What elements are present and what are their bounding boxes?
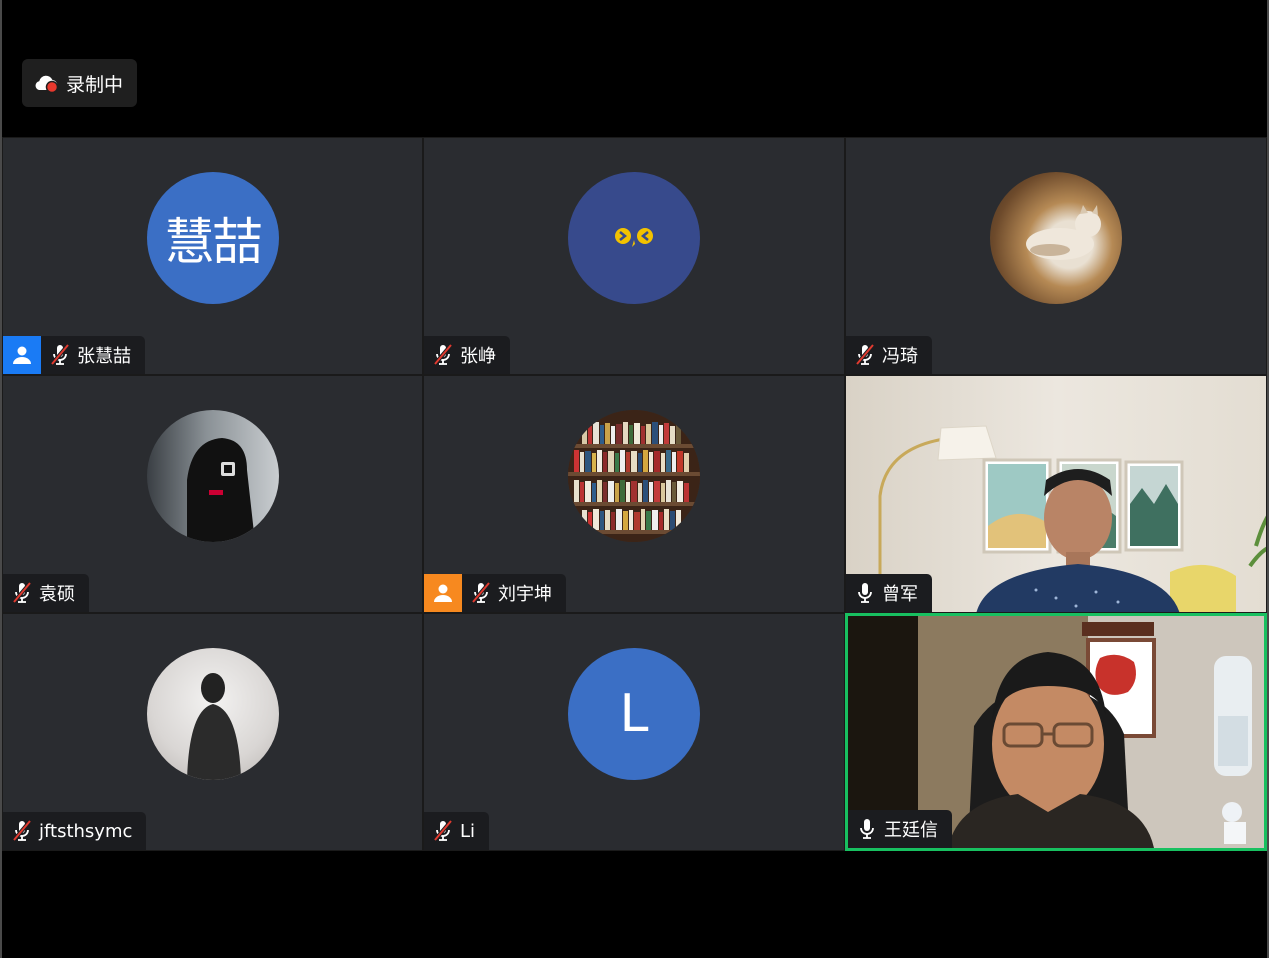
mic-muted-icon <box>433 819 453 842</box>
avatar-initial: L <box>619 684 649 744</box>
recording-label: 录制中 <box>66 73 124 96</box>
name-tag: Li <box>424 812 490 850</box>
avatar-photo-bookshelf <box>568 410 700 542</box>
avatar: 慧喆 <box>146 172 279 304</box>
avatar-photo-shadow-figure <box>146 648 279 780</box>
mic-muted-icon <box>12 819 32 842</box>
name-tag: 张峥 <box>424 336 510 374</box>
avatar-photo-hooded-figure <box>146 410 279 542</box>
mic-muted-icon <box>433 343 453 366</box>
participant-tile[interactable]: jftsthsymc <box>2 613 423 851</box>
name-tag: 王廷信 <box>848 810 952 848</box>
participant-tile[interactable]: 袁硕 <box>2 375 423 613</box>
mic-muted-icon <box>50 343 70 366</box>
cloud-record-icon <box>35 75 59 94</box>
avatar: L <box>568 648 700 780</box>
mic-muted-icon <box>471 581 491 604</box>
participant-tile-video[interactable]: 曾军 <box>845 375 1267 613</box>
video-gallery: 慧喆 张慧喆 张峥 冯琦 袁硕 刘宇坤 曾军 jftsthsymc L Li 王… <box>2 137 1267 851</box>
participant-name: 曾军 <box>882 584 918 605</box>
name-tag: 冯琦 <box>846 336 932 374</box>
participant-tile[interactable]: 刘宇坤 <box>423 375 845 613</box>
name-tag: 曾军 <box>846 574 932 612</box>
mic-muted-icon <box>855 343 875 366</box>
name-tag: 刘宇坤 <box>424 574 566 612</box>
participant-name: 刘宇坤 <box>498 584 552 605</box>
participant-name: 王廷信 <box>884 820 938 841</box>
emoji-face-icon <box>615 228 653 247</box>
participant-tile[interactable]: 张峥 <box>423 137 845 375</box>
name-tag: 张慧喆 <box>3 336 145 374</box>
participant-name: 张慧喆 <box>77 346 131 367</box>
avatar <box>568 172 700 304</box>
participant-tile[interactable]: 慧喆 张慧喆 <box>2 137 423 375</box>
name-tag: jftsthsymc <box>3 812 147 850</box>
host-badge-icon <box>3 336 41 374</box>
participant-tile[interactable]: 冯琦 <box>845 137 1267 375</box>
participant-name: jftsthsymc <box>39 820 133 842</box>
recording-indicator[interactable]: 录制中 <box>22 59 137 107</box>
mic-muted-icon <box>12 581 32 604</box>
participant-tile[interactable]: L Li <box>423 613 845 851</box>
participant-name: 冯琦 <box>882 346 918 367</box>
participant-tile-active-speaker[interactable]: 王廷信 <box>845 613 1267 851</box>
mic-icon <box>858 582 872 603</box>
avatar-initials: 慧喆 <box>164 213 263 271</box>
cohost-badge-icon <box>424 574 462 612</box>
name-tag: 袁硕 <box>3 574 89 612</box>
avatar-photo-cat <box>990 172 1122 304</box>
participant-name: 张峥 <box>460 346 496 367</box>
participant-name: Li <box>460 820 476 842</box>
mic-icon <box>860 818 874 839</box>
participant-name: 袁硕 <box>39 584 75 605</box>
